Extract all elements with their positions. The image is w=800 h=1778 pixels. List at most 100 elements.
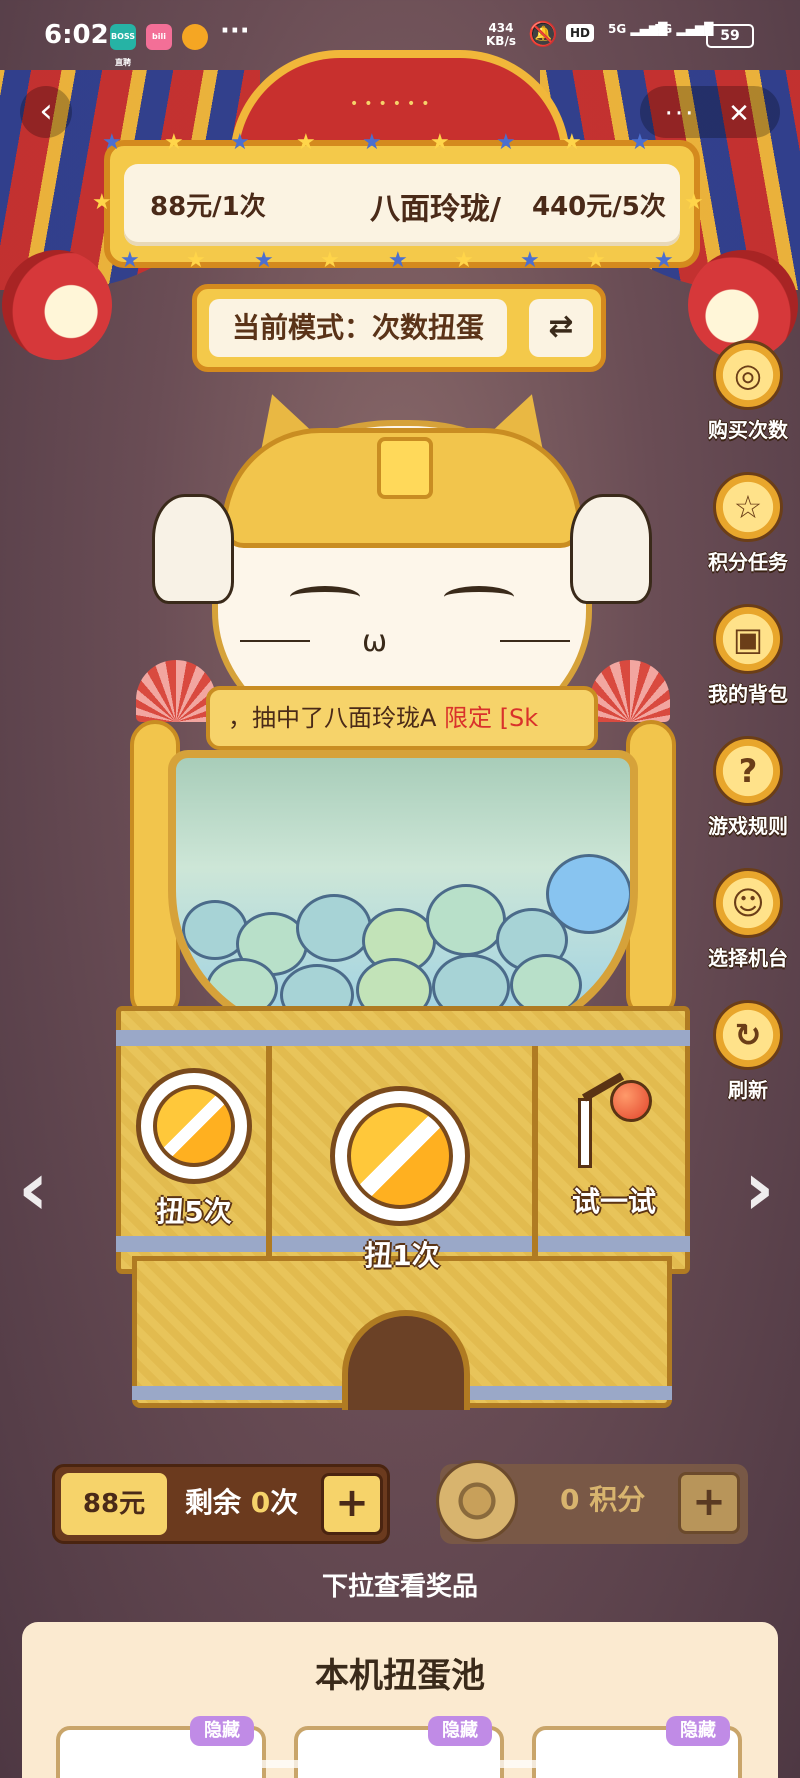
price-chip: 88元 [61, 1473, 167, 1535]
machine-title: 八面玲珑/ [370, 192, 501, 227]
base-stripe [116, 1030, 690, 1046]
next-machine-arrow[interactable]: › [744, 1152, 775, 1226]
prev-machine-arrow[interactable]: ‹ [18, 1152, 49, 1226]
star-icon: ★ [562, 130, 582, 155]
star-icon: ★ [254, 248, 274, 273]
points-value: 0 [560, 1483, 580, 1516]
prize-card[interactable]: 隐藏 [532, 1716, 742, 1778]
select-machine-button[interactable]: ☺ 选择机台 [700, 868, 796, 971]
try-label[interactable]: 试一试 [554, 1180, 674, 1220]
refresh-button[interactable]: ↻ 刷新 [700, 1000, 796, 1103]
game-rules-button[interactable]: ? 游戏规则 [700, 736, 796, 839]
price-sign-panel: 88元/1次 八面玲珑/ 440元/5次 [124, 164, 680, 246]
pull-down-hint: 下拉查看奖品 [321, 1572, 478, 1602]
close-icon[interactable]: ✕ [710, 89, 770, 139]
star-icon: ★ [296, 130, 316, 155]
prize-card[interactable]: 隐藏 [294, 1716, 504, 1778]
star-icon: ★ [496, 130, 516, 155]
fan-right [590, 660, 670, 722]
star-icon: ★ [120, 248, 140, 273]
capsule-globe [168, 750, 638, 1040]
buy-count-button[interactable]: ◎ 购买次数 [700, 340, 796, 443]
refresh-label: 刷新 [728, 1078, 768, 1102]
switch-mode-button[interactable]: ⇄ [529, 299, 593, 357]
price-sign: 88元/1次 八面玲珑/ 440元/5次 ★ ★ ★ ★ ★ ★ ★ ★ ★ ★… [92, 132, 704, 272]
single-price: 88元/1次 [150, 192, 266, 222]
star-icon: ★ [454, 248, 474, 273]
star-icon: ★ [362, 130, 382, 155]
my-bag-label: 我的背包 [708, 682, 788, 706]
star-icon: ★ [388, 248, 408, 273]
bag-icon: ▣ [713, 604, 783, 674]
mini-program-capsule[interactable]: ··· ✕ [640, 86, 780, 138]
star-icon: ★ [630, 130, 650, 155]
buy-count-label: 购买次数 [708, 418, 788, 442]
signal-1-label: 5G [608, 22, 627, 36]
spin-5-label[interactable]: 扭5次 [132, 1190, 256, 1230]
star-badge-icon: ☆ [713, 472, 783, 542]
fan-left [136, 660, 216, 722]
remaining-prefix: 剩余 [185, 1486, 242, 1519]
prize-card[interactable]: 隐藏 [56, 1716, 266, 1778]
star-icon: ★ [586, 248, 606, 273]
star-icon: ★ [430, 130, 450, 155]
spin-count-bar: 88元 剩余 0次 + [52, 1464, 390, 1544]
cat-helmet [222, 428, 582, 548]
add-spins-button[interactable]: + [321, 1473, 383, 1535]
star-icon: ★ [320, 248, 340, 273]
game-rules-label: 游戏规则 [708, 814, 788, 838]
star-icon: ★ [164, 130, 184, 155]
mode-bar: 当前模式：次数扭蛋 ⇄ [192, 284, 606, 372]
star-icon: ★ [92, 190, 112, 215]
remaining-count: 剩余 0次 [185, 1481, 298, 1521]
lever-icon[interactable] [578, 1098, 592, 1168]
star-icon: ★ [520, 248, 540, 273]
remaining-number: 0 [250, 1486, 271, 1519]
net-speed-unit: KB/s [486, 34, 516, 48]
capsule [546, 854, 630, 934]
lever-knob-icon[interactable] [610, 1080, 652, 1122]
mini-cat-left [152, 494, 234, 604]
cat-eye-left [290, 586, 360, 608]
remaining-suffix: 次 [270, 1486, 299, 1519]
ticker-highlight: 限定 [Sk [444, 704, 539, 732]
mute-icon: 🔕 [528, 20, 558, 48]
net-speed: 434 KB/s [486, 22, 516, 48]
points-task-button[interactable]: ☆ 积分任务 [700, 472, 796, 575]
cat-eye-right [444, 586, 514, 608]
spin-1-label[interactable]: 扭1次 [340, 1234, 464, 1274]
points-unit: 积分 [589, 1483, 646, 1516]
machine-icon: ☺ [713, 868, 783, 938]
hidden-tag: 隐藏 [190, 1716, 254, 1746]
more-notifications-icon: ··· [220, 16, 250, 46]
refresh-icon: ↻ [713, 1000, 783, 1070]
back-button[interactable]: ‹ [20, 86, 72, 138]
points-display: 0 积分 [560, 1478, 645, 1518]
hidden-tag: 隐藏 [666, 1716, 730, 1746]
home-indicator[interactable] [250, 1760, 550, 1768]
win-ticker: ，抽中了八面玲珑A 限定 [Sk [206, 686, 598, 750]
weibo-icon [182, 24, 208, 50]
bundle-price: 440元/5次 [532, 192, 666, 222]
my-bag-button[interactable]: ▣ 我的背包 [700, 604, 796, 707]
mini-cat-right [570, 494, 652, 604]
question-icon: ? [713, 736, 783, 806]
star-icon: ★ [230, 130, 250, 155]
whisker [500, 640, 570, 642]
spin-5-button[interactable] [136, 1068, 252, 1184]
base-divider [532, 1046, 538, 1278]
current-mode-label: 当前模式：次数扭蛋 [209, 299, 507, 357]
prize-pool-panel: 本机扭蛋池 隐藏 隐藏 隐藏 [22, 1622, 778, 1778]
capsule [296, 894, 372, 962]
battery-icon: 59 [706, 24, 754, 48]
boss-zhipin-icon: BOSS直聘 [110, 24, 136, 67]
add-points-button[interactable]: + [678, 1472, 740, 1534]
points-coin-icon [436, 1460, 518, 1542]
signal-5g-2: 5G ▂▄▆█ [654, 22, 714, 36]
spin-1-button[interactable] [330, 1086, 470, 1226]
ticker-text: ，抽中了八面玲珑A [228, 704, 445, 732]
more-icon[interactable]: ··· [650, 89, 710, 139]
hidden-tag: 隐藏 [428, 1716, 492, 1746]
signal-2-label: 5G [654, 22, 673, 36]
capsule [426, 884, 506, 956]
